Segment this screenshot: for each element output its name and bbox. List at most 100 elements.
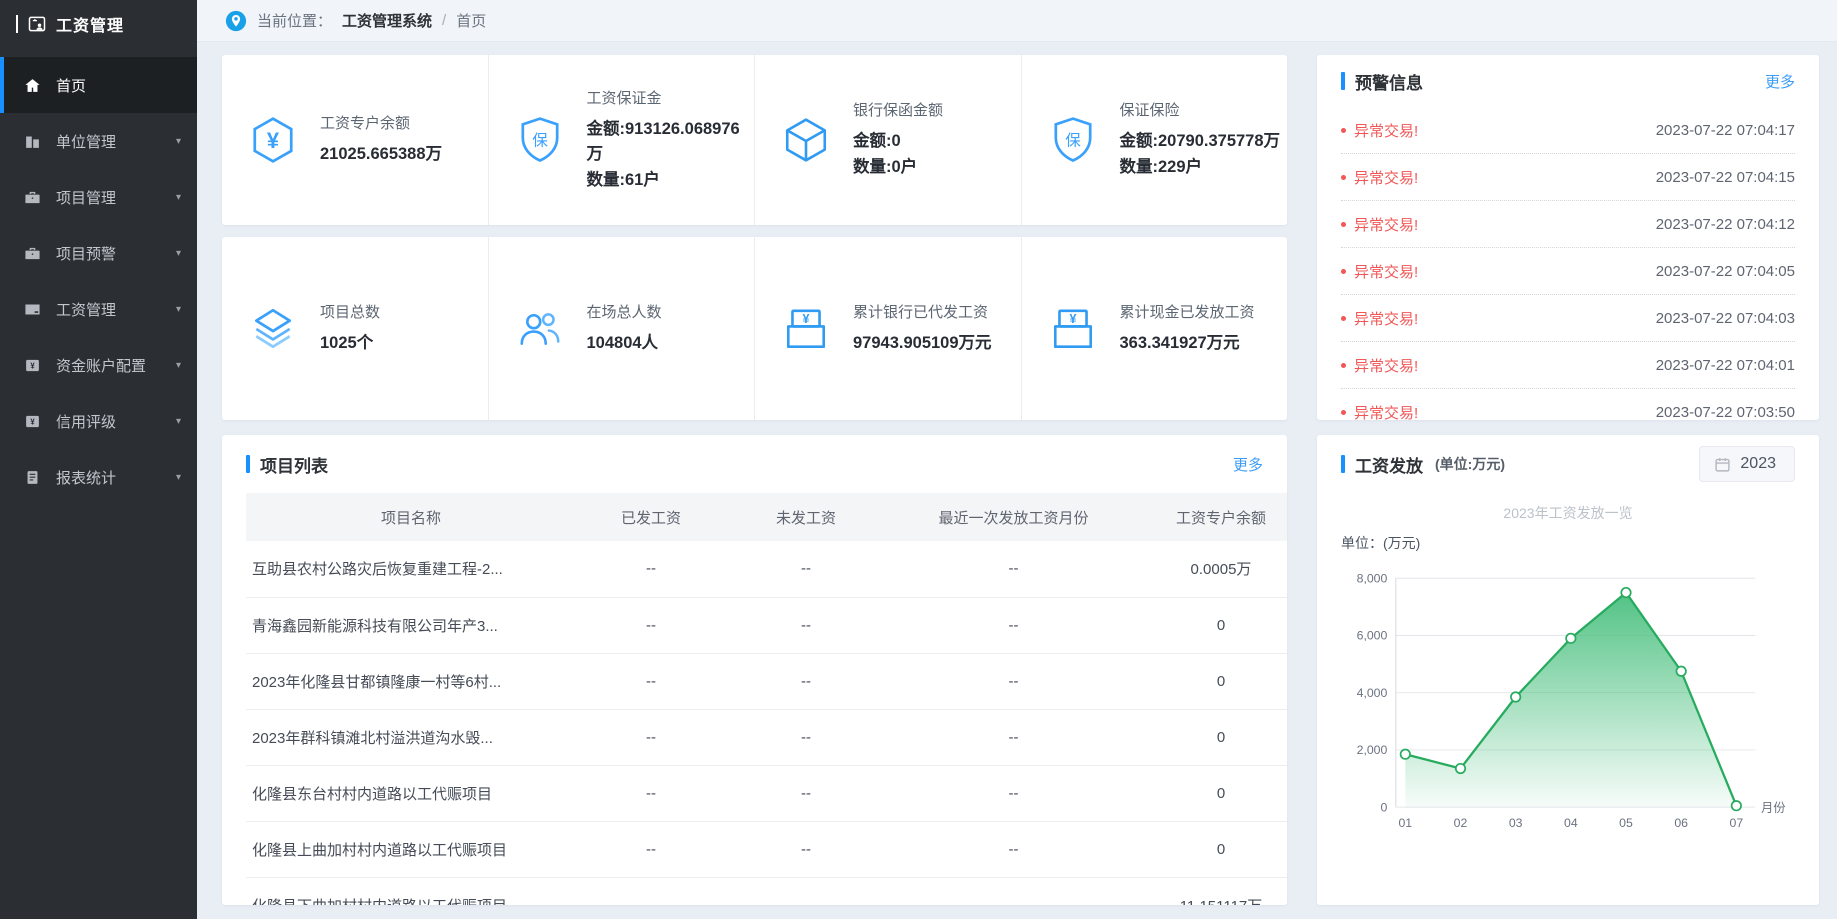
logo-pipe — [16, 15, 18, 33]
alert-item[interactable]: 异常交易!2023-07-22 07:04:12 — [1341, 201, 1795, 248]
cell-name: 化隆县东台村村内道路以工代赈项目 — [246, 765, 576, 821]
sidebar-item-label: 报表统计 — [56, 467, 170, 488]
stat-card-title: 银行保函金额 — [853, 99, 943, 120]
cash-yen-icon: ¥ — [781, 304, 831, 354]
alert-dot-icon — [1341, 269, 1346, 274]
table-row[interactable]: 化隆县下曲加村村内道路以工代赈项目------11.151117万 — [246, 877, 1287, 905]
cell-month: -- — [886, 597, 1141, 653]
svg-text:¥: ¥ — [267, 128, 280, 153]
app-logo: 工资管理 — [0, 0, 197, 47]
sidebar-item-project[interactable]: 项目管理▾ — [0, 169, 197, 225]
chevron-down-icon: ▾ — [176, 416, 181, 427]
cell-month: -- — [886, 653, 1141, 709]
sidebar-item-wage[interactable]: 工资管理▾ — [0, 281, 197, 337]
home-icon — [22, 75, 42, 95]
table-row[interactable]: 2023年群科镇滩北村溢洪道沟水毁...------0 — [246, 709, 1287, 765]
alert-text: 异常交易! — [1354, 355, 1418, 376]
alert-item[interactable]: 异常交易!2023-07-22 07:04:03 — [1341, 295, 1795, 342]
sidebar-item-home[interactable]: 首页 — [0, 57, 197, 113]
stat-card: ¥工资专户余额21025.665388万 — [222, 55, 489, 225]
sidebar-item-fund-account[interactable]: ¥资金账户配置▾ — [0, 337, 197, 393]
sidebar-item-label: 信用评级 — [56, 411, 170, 432]
alert-item[interactable]: 异常交易!2023-07-22 07:04:05 — [1341, 248, 1795, 295]
cell-unpaid: -- — [726, 821, 886, 877]
cell-month: -- — [886, 709, 1141, 765]
svg-text:¥: ¥ — [803, 311, 810, 325]
alert-dot-icon — [1341, 222, 1346, 227]
column-header: 项目名称 — [246, 493, 576, 541]
alert-timestamp: 2023-07-22 07:04:05 — [1656, 263, 1795, 280]
moneybox-icon: ¥ — [22, 411, 42, 431]
cell-paid: -- — [576, 877, 726, 905]
stat-card-value: 363.341927万元 — [1120, 331, 1255, 357]
wage-chart-panel: 工资发放 (单位:万元) 2023 2023年工资发放一览 单位：(万元) 02… — [1317, 435, 1819, 905]
stat-card: 在场总人数104804人 — [489, 237, 756, 420]
building-icon — [22, 131, 42, 151]
stat-card-title: 保证保险 — [1120, 99, 1281, 120]
stat-card-title: 工资专户余额 — [320, 112, 442, 133]
moneybox-icon: ¥ — [22, 355, 42, 375]
alert-item[interactable]: 异常交易! 2023-07-22 07:04:15 — [1341, 154, 1795, 201]
table-row[interactable]: 化隆县东台村村内道路以工代赈项目------0 — [246, 765, 1287, 821]
stat-card-title: 项目总数 — [320, 301, 380, 322]
sidebar-item-unit[interactable]: 单位管理▾ — [0, 113, 197, 169]
location-pin-icon — [225, 10, 247, 32]
year-selector[interactable]: 2023 — [1699, 446, 1795, 482]
chevron-down-icon: ▾ — [176, 360, 181, 371]
table-row[interactable]: 2023年化隆县甘都镇隆康一村等6村...------0 — [246, 653, 1287, 709]
alert-text: 异常交易! — [1354, 402, 1418, 421]
stat-card-value: 104804人 — [587, 331, 662, 357]
sidebar-item-label: 首页 — [56, 75, 181, 96]
svg-text:06: 06 — [1674, 816, 1688, 830]
alert-text: 异常交易! — [1354, 167, 1418, 188]
alert-timestamp: 2023-07-22 07:04:15 — [1656, 169, 1795, 186]
title-accent-bar — [1341, 455, 1345, 473]
svg-text:8,000: 8,000 — [1357, 572, 1388, 586]
cell-paid: -- — [576, 709, 726, 765]
project-table-header: 项目名称已发工资未发工资最近一次发放工资月份工资专户余额 — [246, 493, 1287, 541]
cell-balance: 0 — [1141, 821, 1287, 877]
stat-card: 项目总数 1025个 — [222, 237, 489, 420]
project-list-more-link[interactable]: 更多 — [1233, 454, 1263, 475]
alert-more-link[interactable]: 更多 — [1765, 71, 1795, 92]
alert-item[interactable]: 异常交易!2023-07-22 07:03:50 — [1341, 389, 1795, 420]
svg-text:04: 04 — [1564, 816, 1578, 830]
alert-item[interactable]: 异常交易! 2023-07-22 07:04:01 — [1341, 342, 1795, 389]
breadcrumb-root[interactable]: 工资管理系统 — [342, 10, 432, 31]
svg-text:6,000: 6,000 — [1357, 629, 1388, 643]
alert-timestamp: 2023-07-22 07:04:12 — [1656, 216, 1795, 233]
stat-card-value: 金额:20790.375778万 — [1120, 129, 1281, 155]
stat-card-value: 金额:0 — [853, 129, 943, 155]
table-row[interactable]: 化隆县上曲加村村内道路以工代赈项目------0 — [246, 821, 1287, 877]
title-accent-bar — [246, 455, 250, 473]
table-row[interactable]: 互助县农村公路灾后恢复重建工程-2...------0.0005万 — [246, 541, 1287, 597]
svg-text:0: 0 — [1381, 800, 1388, 814]
cell-name: 化隆县下曲加村村内道路以工代赈项目 — [246, 877, 576, 905]
alert-dot-icon — [1341, 316, 1346, 321]
stat-cards-row2: 项目总数1025个在场总人数104804人¥累计银行已代发工资97943.905… — [222, 237, 1287, 420]
table-row[interactable]: 青海鑫园新能源科技有限公司年产3...------0 — [246, 597, 1287, 653]
chevron-down-icon: ▾ — [176, 136, 181, 147]
calendar-icon — [1714, 456, 1731, 473]
stat-cards-row1: ¥工资专户余额21025.665388万保工资保证金金额:913126.0689… — [222, 55, 1287, 225]
stat-card-value: 1025个 — [320, 331, 380, 357]
shield-bao-icon: 保 — [515, 115, 565, 165]
column-header: 未发工资 — [726, 493, 886, 541]
cell-month: -- — [886, 765, 1141, 821]
report-icon — [22, 467, 42, 487]
cell-month: -- — [886, 821, 1141, 877]
project-list-title: 项目列表 — [246, 452, 328, 477]
cell-month: -- — [886, 877, 1141, 905]
sidebar-item-warning[interactable]: 项目预警▾ — [0, 225, 197, 281]
sidebar-item-credit[interactable]: ¥ 信用评级 ▾ — [0, 393, 197, 449]
title-accent-bar — [1341, 72, 1345, 90]
alert-timestamp: 2023-07-22 07:04:01 — [1656, 357, 1795, 374]
stat-card-value: 97943.905109万元 — [853, 331, 992, 357]
sidebar-item-report[interactable]: 报表统计▾ — [0, 449, 197, 505]
svg-text:01: 01 — [1398, 816, 1412, 830]
app-title: 工资管理 — [56, 12, 124, 36]
svg-text:月份: 月份 — [1761, 801, 1786, 815]
cell-balance: 0 — [1141, 765, 1287, 821]
alert-panel: 预警信息 更多 异常交易!2023-07-22 07:04:17异常交易!202… — [1317, 55, 1819, 420]
alert-item[interactable]: 异常交易!2023-07-22 07:04:17 — [1341, 107, 1795, 154]
